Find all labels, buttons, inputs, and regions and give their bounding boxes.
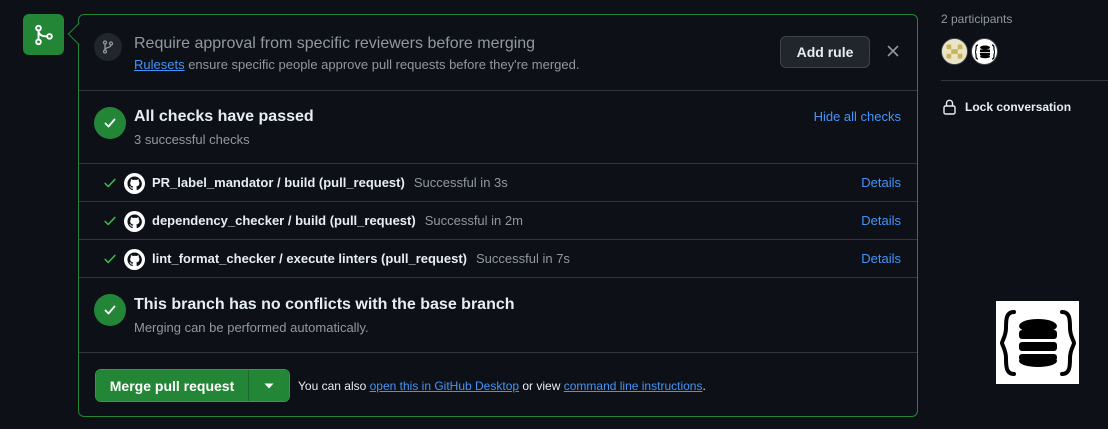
check-row-content: dependency_checker / build (pull_request… (152, 213, 523, 228)
rulesets-link[interactable]: Rulesets (134, 57, 185, 72)
database-icon (999, 309, 1076, 376)
github-desktop-link[interactable]: open this in GitHub Desktop (370, 379, 519, 393)
check-icon (104, 178, 116, 188)
close-icon[interactable] (885, 43, 901, 59)
participants-label: 2 participants (941, 12, 1013, 26)
check-row: dependency_checker / build (pull_request… (79, 202, 917, 240)
check-details-link[interactable]: Details (861, 175, 901, 190)
check-details-link[interactable]: Details (861, 251, 901, 266)
database-logo (996, 301, 1079, 384)
checks-summary: All checks have passed 3 successful chec… (79, 91, 917, 164)
conflicts-title: This branch has no conflicts with the ba… (134, 296, 515, 313)
checks-subtitle: 3 successful checks (134, 132, 250, 147)
lock-icon (943, 99, 956, 115)
github-logo-icon (124, 249, 145, 270)
check-row-content: PR_label_mandator / build (pull_request)… (152, 175, 508, 190)
git-merge-icon (34, 24, 53, 45)
rules-banner-description: Rulesets ensure specific people approve … (134, 57, 579, 72)
hide-all-checks-link[interactable]: Hide all checks (814, 109, 901, 124)
check-icon (104, 254, 116, 264)
lock-conversation-label: Lock conversation (965, 100, 1072, 114)
merge-button-group: Merge pull request (95, 369, 290, 402)
github-logo-icon (124, 173, 145, 194)
check-row-content: lint_format_checker / execute linters (p… (152, 251, 570, 266)
rules-banner-description-text: ensure specific people approve pull requ… (184, 57, 580, 72)
merge-footer: Merge pull request You can also open thi… (79, 353, 917, 416)
checks-title: All checks have passed (134, 108, 314, 125)
avatar[interactable] (941, 38, 968, 65)
check-icon (104, 216, 116, 226)
triangle-down-icon (264, 383, 274, 388)
merge-note-middle: or view (519, 379, 564, 393)
avatar[interactable] (971, 38, 998, 65)
conflicts-section: This branch has no conflicts with the ba… (79, 278, 917, 353)
merge-pull-request-button[interactable]: Merge pull request (96, 370, 249, 401)
github-logo-icon (124, 211, 145, 232)
check-details-link[interactable]: Details (861, 213, 901, 228)
check-circle-icon (94, 107, 126, 139)
add-rule-button[interactable]: Add rule (780, 36, 870, 68)
rules-banner: Require approval from specific reviewers… (79, 15, 917, 91)
check-name: dependency_checker / build (pull_request… (152, 213, 416, 228)
merge-alternatives-note: You can also open this in GitHub Desktop… (298, 379, 706, 393)
conflicts-subtitle: Merging can be performed automatically. (134, 320, 369, 335)
rules-banner-title: Require approval from specific reviewers… (134, 35, 536, 52)
check-name: lint_format_checker / execute linters (p… (152, 251, 467, 266)
check-row: lint_format_checker / execute linters (p… (79, 240, 917, 278)
git-branch-icon (94, 33, 122, 61)
check-row: PR_label_mandator / build (pull_request)… (79, 164, 917, 202)
sidebar-divider (941, 80, 1108, 81)
check-status: Successful in 7s (476, 251, 570, 266)
command-line-instructions-link[interactable]: command line instructions (564, 379, 703, 393)
merge-options-button[interactable] (249, 370, 289, 401)
lock-conversation-button[interactable]: Lock conversation (942, 99, 1071, 115)
merge-status-badge (23, 14, 64, 55)
check-name: PR_label_mandator / build (pull_request) (152, 175, 405, 190)
check-circle-icon (94, 294, 126, 326)
database-icon (974, 43, 995, 60)
merge-note-suffix: . (702, 379, 706, 393)
check-status: Successful in 3s (413, 175, 508, 190)
merge-box: Require approval from specific reviewers… (78, 14, 918, 417)
merge-note-prefix: You can also (298, 379, 370, 393)
check-status: Successful in 2m (424, 213, 523, 228)
